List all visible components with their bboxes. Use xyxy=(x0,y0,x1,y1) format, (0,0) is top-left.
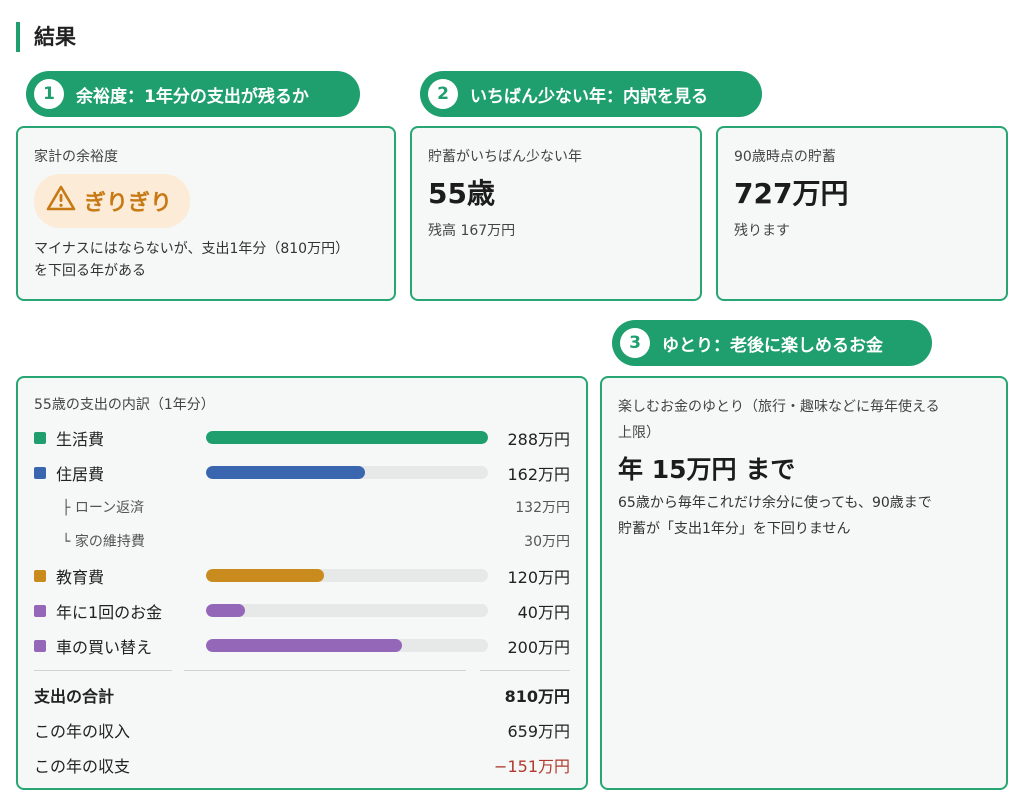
breakdown-sublabel: ├ ローン返済 xyxy=(62,500,145,516)
breakdown-label: 年に1回のお金 xyxy=(56,602,163,622)
breakdown-label: 生活費 xyxy=(56,429,105,449)
yutori-label-line: 上限） xyxy=(618,425,660,441)
step-1-header: 1 余裕度：1年分の支出が残るか xyxy=(26,71,360,117)
total-label: 支出の合計 xyxy=(34,686,115,706)
step-3-label: ゆとり：老後に楽しめるお金 xyxy=(662,335,883,356)
breakdown-subamount: 30万円 xyxy=(524,534,570,550)
breakdown-row-car: 車の買い替え 200万円 xyxy=(34,628,570,663)
yutori-card: 楽しむお金のゆとり（旅行・趣味などに毎年使える 上限） 年 15万円 まで 65… xyxy=(600,376,1008,790)
yutori-note: 65歳から毎年これだけ余分に使っても、90歳まで 貯蓄が「支出1年分」を下回りま… xyxy=(618,490,990,542)
legend-swatch xyxy=(34,569,46,582)
breakdown-row-annual: 年に1回のお金 40万円 xyxy=(34,593,570,628)
yutori-note-line: 貯蓄が「支出1年分」を下回りません xyxy=(618,521,851,537)
breakdown-amount: 162万円 xyxy=(507,464,570,484)
lowest-year-balance: 残高 167万円 xyxy=(428,223,516,239)
breakdown-row-education: 教育費 120万円 xyxy=(34,558,570,593)
bar-track xyxy=(206,466,488,479)
breakdown-title: 55歳の支出の内訳（1年分） xyxy=(34,397,215,413)
income-amount: 659万円 xyxy=(507,721,570,741)
lowest-year-value: 55歳 xyxy=(428,177,495,210)
breakdown-label: 車の買い替え xyxy=(56,637,153,657)
bar-track xyxy=(206,639,488,652)
step-3-header: 3 ゆとり：老後に楽しめるお金 xyxy=(612,320,932,366)
yutori-value: 年 15万円 まで xyxy=(618,455,796,484)
step-2-label: いちばん少ない年：内訳を見る xyxy=(470,86,708,107)
lowest-year-label: 貯蓄がいちばん少ない年 xyxy=(428,149,582,165)
bar-track xyxy=(206,431,488,444)
breakdown-subamount: 132万円 xyxy=(515,500,570,516)
breakdown-label: 教育費 xyxy=(56,567,105,587)
bar-fill-housing xyxy=(206,466,365,479)
total-row: 支出の合計 810万円 xyxy=(34,677,570,712)
yutori-note-line: 65歳から毎年これだけ余分に使っても、90歳まで xyxy=(618,495,932,511)
step-2-header: 2 いちばん少ない年：内訳を見る xyxy=(420,71,762,117)
margin-card: 家計の余裕度 ぎりぎり マイナスにはならないが、支出1年分（810万円） を下回… xyxy=(16,126,396,301)
breakdown-amount: 288万円 xyxy=(507,429,570,449)
breakdown-label: 住居費 xyxy=(56,464,105,484)
margin-note: マイナスにはならないが、支出1年分（810万円） を下回る年がある xyxy=(34,236,378,284)
bar-fill-living xyxy=(206,431,488,444)
margin-card-label: 家計の余裕度 xyxy=(34,149,118,165)
bar-track xyxy=(206,569,488,582)
breakdown-sublabel: └ 家の維持費 xyxy=(62,534,145,550)
section-title: 結果 xyxy=(16,22,76,52)
legend-swatch xyxy=(34,604,46,617)
bar-fill-car xyxy=(206,639,402,652)
income-label: この年の収入 xyxy=(34,721,131,741)
breakdown-row-loan: ├ ローン返済 132万円 xyxy=(34,490,570,524)
age90-value: 727万円 xyxy=(734,177,849,210)
legend-swatch xyxy=(34,639,46,652)
age90-sub: 残ります xyxy=(734,223,790,239)
breakdown-row-maintenance: └ 家の維持費 30万円 xyxy=(34,524,570,558)
breakdown-row-living: 生活費 288万円 xyxy=(34,420,570,455)
bar-track xyxy=(206,604,488,617)
lowest-year-card: 貯蓄がいちばん少ない年 55歳 残高 167万円 xyxy=(410,126,702,301)
breakdown-amount: 120万円 xyxy=(507,567,570,587)
step-1-number: 1 xyxy=(34,79,64,109)
bar-fill-education xyxy=(206,569,324,582)
breakdown-amount: 200万円 xyxy=(507,637,570,657)
balance-label: この年の収支 xyxy=(34,756,131,776)
total-amount: 810万円 xyxy=(504,686,570,706)
yutori-label: 楽しむお金のゆとり（旅行・趣味などに毎年使える 上限） xyxy=(618,394,990,446)
breakdown-card: 55歳の支出の内訳（1年分） 生活費 288万円 住居費 162万円 ├ ローン… xyxy=(16,376,588,790)
breakdown-row-housing: 住居費 162万円 xyxy=(34,455,570,490)
divider xyxy=(34,663,570,677)
bar-fill-annual xyxy=(206,604,246,617)
legend-swatch xyxy=(34,466,46,479)
step-2-number: 2 xyxy=(428,79,458,109)
step-1-label: 余裕度：1年分の支出が残るか xyxy=(76,86,309,107)
step-3-number: 3 xyxy=(620,328,650,358)
warning-icon xyxy=(46,184,76,218)
balance-amount: −151万円 xyxy=(494,756,570,776)
income-row: この年の収入 659万円 xyxy=(34,712,570,747)
legend-swatch xyxy=(34,431,46,444)
status-badge: ぎりぎり xyxy=(34,174,191,228)
balance-row: この年の収支 −151万円 xyxy=(34,747,570,782)
breakdown-amount: 40万円 xyxy=(517,602,570,622)
age90-label: 90歳時点の貯蓄 xyxy=(734,149,836,165)
status-badge-text: ぎりぎり xyxy=(84,191,173,216)
yutori-label-line: 楽しむお金のゆとり（旅行・趣味などに毎年使える xyxy=(618,399,940,415)
age90-card: 90歳時点の貯蓄 727万円 残ります xyxy=(716,126,1008,301)
